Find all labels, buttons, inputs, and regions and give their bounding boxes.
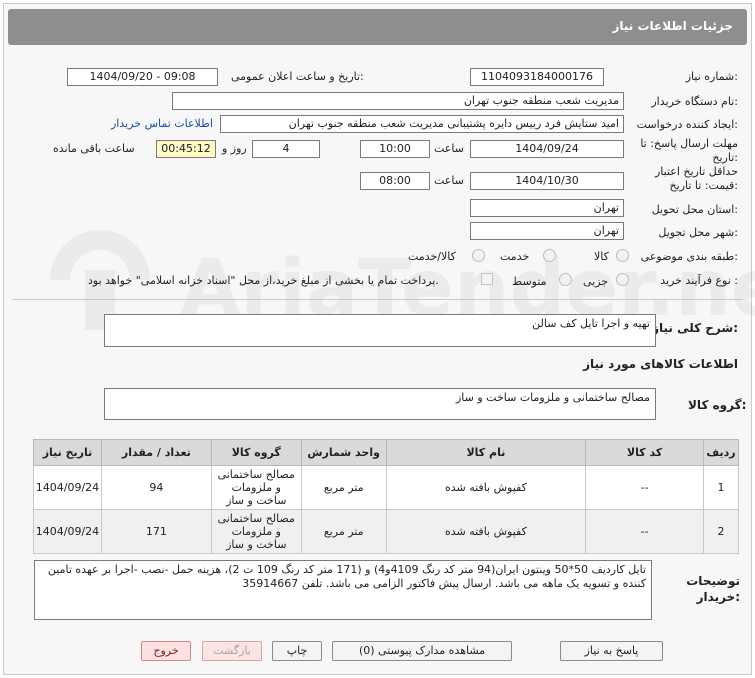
delivery-city-label: شهر محل تحویل: (658, 226, 738, 239)
remaining-time-field: 00:45:12 (156, 140, 216, 158)
table-row: 1404/09/24 94 مصالح ساختمانی و ملزومات س… (33, 465, 740, 510)
cell-name: کفپوش بافته شده (385, 465, 587, 510)
buyer-org-label: نام دستگاه خریدار: (651, 95, 738, 108)
exit-button[interactable]: خروج (141, 641, 191, 661)
cell-date: 1404/09/24 (33, 509, 102, 554)
back-button[interactable]: بازگشت (202, 641, 262, 661)
buyer-contact-link[interactable]: اطلاعات تماس خریدار (111, 117, 213, 130)
reply-date-field: 1404/09/24 (470, 140, 624, 158)
cell-code: -- (585, 509, 704, 554)
remaining-label: ساعت باقی مانده (53, 142, 135, 155)
treasury-payment-label: پرداخت تمام یا بخشی از مبلغ خرید،از محل … (88, 274, 439, 287)
process-medium-label: متوسط (512, 275, 547, 288)
category-both-label: کالا/خدمت (408, 250, 456, 263)
title-bar: جزئیات اطلاعات نیاز (8, 9, 747, 45)
category-goods-label: کالا (594, 250, 609, 263)
print-button[interactable]: چاپ (272, 641, 322, 661)
cell-code: -- (585, 465, 704, 510)
buyer-org-field: مدیریت شعب منطقه جنوب تهران (172, 92, 624, 110)
process-medium-radio[interactable] (559, 273, 572, 286)
announce-date-label: تاریخ و ساعت اعلان عمومی: (231, 70, 364, 83)
category-service-radio[interactable] (543, 249, 556, 262)
cell-qty: 171 (100, 509, 212, 554)
days-label: روز و (222, 142, 247, 155)
col-code: کد کالا (585, 439, 704, 466)
col-name: نام کالا (385, 439, 587, 466)
category-both-radio[interactable] (472, 249, 485, 262)
cell-name: کفپوش بافته شده (385, 509, 587, 554)
need-number-label: شماره نیاز: (685, 70, 738, 83)
reply-deadline-label: مهلت ارسال پاسخ: تا تاریخ: (640, 137, 738, 164)
goods-table: تاریخ نیاز تعداد / مقدار گروه کالا واحد … (33, 439, 740, 554)
table-row: 1404/09/24 171 مصالح ساختمانی و ملزومات … (33, 509, 740, 554)
need-number-field: 1104093184000176 (470, 68, 604, 86)
category-label: طبقه بندی موضوعی: (640, 250, 738, 263)
remaining-days-field: 4 (252, 140, 320, 158)
attachments-button[interactable]: مشاهده مدارک پیوستی (0) (332, 641, 512, 661)
cell-unit: متر مربع (300, 465, 387, 510)
col-row: ردیف (702, 439, 740, 466)
category-service-label: خدمت (500, 250, 530, 263)
requester-label: ایجاد کننده درخواست: (636, 118, 738, 131)
buyer-notes-label: توضیحات خریدار: (686, 574, 740, 604)
process-minor-label: جزیی (583, 275, 609, 288)
page-title: جزئیات اطلاعات نیاز (612, 19, 733, 33)
cell-unit: متر مربع (300, 509, 387, 554)
category-goods-radio[interactable] (616, 249, 629, 262)
summary-field: تهیه و اجرا تایل کف سالن (104, 314, 656, 347)
validity-time-label: ساعت (434, 174, 464, 187)
buyer-notes-field: تایل کاردیف 50*50 وینتون ایران(94 متر کد… (34, 560, 652, 620)
goods-group-label: گروه کالا: (688, 398, 747, 412)
col-unit: واحد شمارش (300, 439, 387, 466)
requester-field: امید ستایش فرد رییس دایره پشتیبانی مدیری… (220, 115, 624, 133)
cell-date: 1404/09/24 (33, 465, 102, 510)
delivery-province-label: استان محل تحویل: (651, 203, 738, 216)
cell-group: مصالح ساختمانی و ملزومات ساخت و ساز (210, 465, 302, 510)
cell-row: 1 (702, 465, 740, 510)
reply-time-label: ساعت (434, 142, 464, 155)
reply-time-field: 10:00 (360, 140, 430, 158)
col-qty: تعداد / مقدار (100, 439, 212, 466)
cell-group: مصالح ساختمانی و ملزومات ساخت و ساز (210, 509, 302, 554)
col-date: تاریخ نیاز (33, 439, 102, 466)
delivery-city-field: تهران (470, 222, 624, 240)
price-validity-label: حداقل تاریخ اعتبار قیمت: تا تاریخ: (654, 165, 738, 192)
treasury-payment-checkbox[interactable] (481, 273, 493, 285)
reply-button[interactable]: پاسخ به نیاز (560, 641, 663, 661)
announce-date-field: 1404/09/20 - 09:08 (67, 68, 218, 86)
process-minor-radio[interactable] (616, 273, 629, 286)
summary-label: شرح کلی نیاز: (652, 321, 738, 335)
divider (12, 299, 743, 300)
cell-qty: 94 (100, 465, 212, 510)
goods-section-title: اطلاعات کالاهای مورد نیاز (583, 357, 738, 371)
cell-row: 2 (702, 509, 740, 554)
validity-date-field: 1404/10/30 (470, 172, 624, 190)
goods-group-field: مصالح ساختمانی و ملزومات ساخت و ساز (104, 388, 656, 420)
process-label: نوع فرآیند خرید : (660, 274, 738, 287)
delivery-province-field: تهران (470, 199, 624, 217)
col-group: گروه کالا (210, 439, 302, 466)
table-header-row: تاریخ نیاز تعداد / مقدار گروه کالا واحد … (33, 439, 740, 466)
validity-time-field: 08:00 (360, 172, 430, 190)
